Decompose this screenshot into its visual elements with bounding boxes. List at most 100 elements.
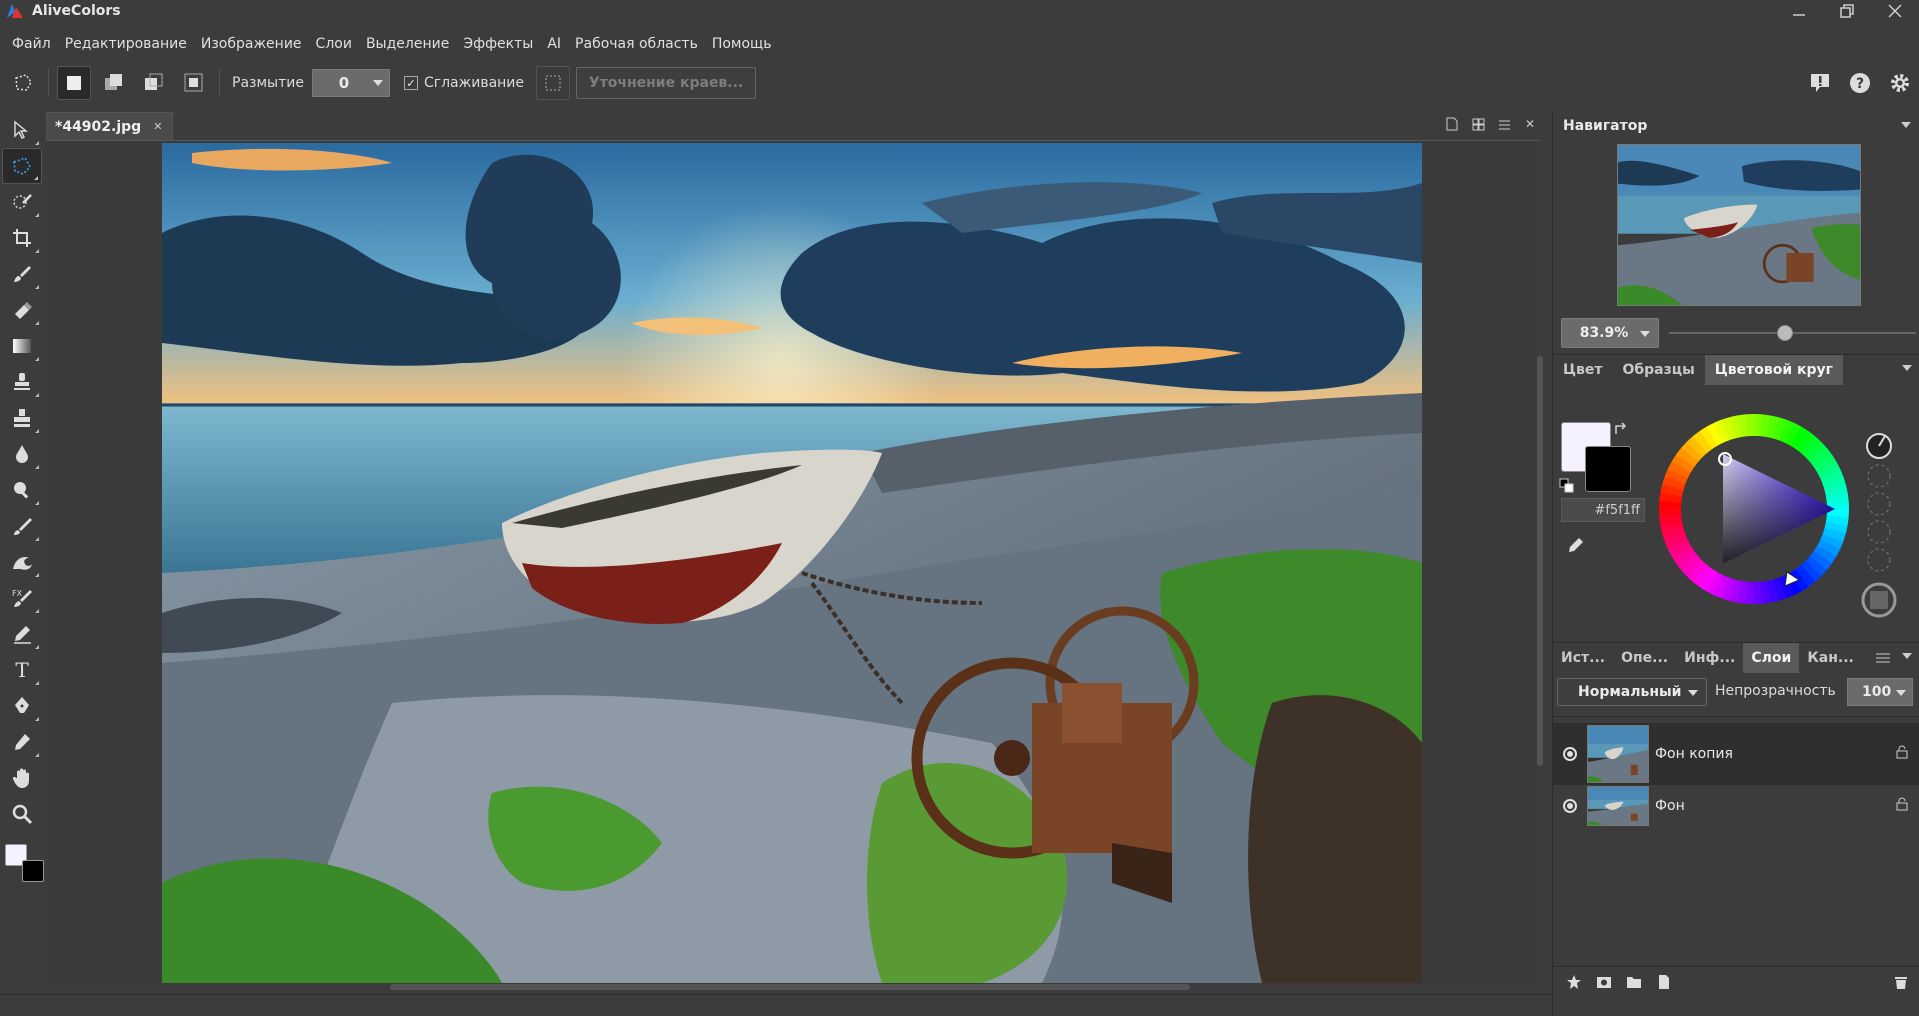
tool-blur[interactable] bbox=[2, 436, 42, 472]
tool-clone[interactable] bbox=[2, 400, 42, 436]
document-tab[interactable]: *44902.jpg ✕ bbox=[46, 112, 174, 140]
new-group-button[interactable] bbox=[1625, 973, 1643, 991]
blur-select[interactable]: 0 bbox=[311, 69, 390, 97]
minimize-button[interactable] bbox=[1775, 0, 1823, 22]
background-color-swatch[interactable] bbox=[22, 860, 44, 882]
tab-history[interactable]: Ист... bbox=[1553, 643, 1613, 673]
tools-panel: FX T bbox=[0, 112, 44, 932]
tool-crop[interactable] bbox=[2, 220, 42, 256]
canvas-area[interactable] bbox=[46, 140, 1540, 990]
menu-image[interactable]: Изображение bbox=[194, 30, 309, 58]
tool-sponge[interactable] bbox=[2, 472, 42, 508]
tool-stamp[interactable] bbox=[2, 364, 42, 400]
menu-file[interactable]: Файл bbox=[5, 30, 58, 58]
tool-move[interactable] bbox=[2, 112, 42, 148]
tab-channels[interactable]: Кан... bbox=[1799, 643, 1862, 673]
pen-icon bbox=[15, 697, 29, 713]
swap-colors-icon[interactable] bbox=[1613, 420, 1631, 438]
tab-swatches[interactable]: Образцы bbox=[1612, 355, 1704, 385]
delete-layer-button[interactable] bbox=[1892, 973, 1910, 991]
tool-eraser[interactable] bbox=[2, 292, 42, 328]
menu-edit[interactable]: Редактирование bbox=[58, 30, 194, 58]
layer-mask-button[interactable] bbox=[1595, 973, 1613, 991]
tool-lasso[interactable] bbox=[2, 148, 42, 184]
blend-mode-select[interactable]: Нормальный bbox=[1557, 678, 1707, 706]
tab-color-wheel[interactable]: Цветовой круг bbox=[1704, 354, 1843, 385]
tab-layers[interactable]: Слои bbox=[1743, 642, 1800, 673]
restore-button[interactable] bbox=[1823, 0, 1871, 22]
eyedropper-button[interactable] bbox=[1563, 532, 1589, 558]
tab-info[interactable]: Инф... bbox=[1676, 643, 1743, 673]
tool-wave[interactable] bbox=[2, 544, 42, 580]
horizontal-scrollbar[interactable] bbox=[390, 984, 1190, 990]
document-icon[interactable] bbox=[1444, 116, 1460, 132]
document-image[interactable] bbox=[162, 143, 1422, 983]
layers-panel-menu[interactable] bbox=[1900, 643, 1919, 671]
add-selection-button[interactable] bbox=[97, 66, 131, 100]
selection-preset-button[interactable] bbox=[6, 66, 40, 100]
tool-color-swatches[interactable] bbox=[2, 840, 44, 886]
tab-operations[interactable]: Опе... bbox=[1613, 643, 1676, 673]
menu-effects[interactable]: Эффекты bbox=[456, 30, 540, 58]
layer-thumbnail bbox=[1587, 786, 1649, 826]
tool-fx-brush[interactable]: FX bbox=[2, 580, 42, 616]
menu-workspace[interactable]: Рабочая область bbox=[568, 30, 705, 58]
close-document-icon[interactable]: ✕ bbox=[1522, 116, 1538, 132]
tool-zoom[interactable] bbox=[2, 796, 42, 832]
tool-gradient[interactable] bbox=[2, 328, 42, 364]
layer-effects-button[interactable] bbox=[1565, 973, 1583, 991]
tool-pen[interactable] bbox=[2, 688, 42, 724]
visibility-toggle-icon[interactable] bbox=[1563, 747, 1577, 761]
visibility-toggle-icon[interactable] bbox=[1563, 799, 1577, 813]
sponge-icon bbox=[14, 482, 29, 499]
blend-row: Нормальный Непрозрачность 100 bbox=[1557, 678, 1917, 706]
tool-brush[interactable] bbox=[2, 256, 42, 292]
wheel-mode-icons[interactable] bbox=[1861, 428, 1897, 618]
navigator-preview[interactable] bbox=[1617, 144, 1861, 306]
lock-icon[interactable] bbox=[1896, 745, 1908, 759]
tool-smudge[interactable] bbox=[2, 508, 42, 544]
background-color-swatch[interactable] bbox=[1585, 446, 1631, 492]
reset-colors-icon[interactable] bbox=[1559, 478, 1575, 494]
tool-text[interactable]: T bbox=[2, 652, 42, 688]
crop-icon bbox=[13, 229, 31, 247]
refine-edges-button[interactable]: Уточнение краев... bbox=[576, 67, 757, 99]
hex-color-field[interactable]: #f5f1ff bbox=[1561, 498, 1645, 522]
vertical-scrollbar[interactable] bbox=[1537, 356, 1543, 766]
menu-select[interactable]: Выделение bbox=[359, 30, 456, 58]
zoom-slider-thumb[interactable] bbox=[1777, 325, 1794, 341]
layers-panel-tabs: Ист... Опе... Инф... Слои Кан... bbox=[1553, 642, 1919, 673]
zoom-select[interactable]: 83.9% bbox=[1561, 318, 1659, 348]
settings-button[interactable] bbox=[1887, 70, 1913, 96]
tool-pencil[interactable] bbox=[2, 616, 42, 652]
list-menu-icon[interactable] bbox=[1496, 116, 1512, 132]
feedback-button[interactable] bbox=[1807, 70, 1833, 96]
new-selection-button[interactable] bbox=[57, 66, 91, 100]
color-panel-menu[interactable] bbox=[1900, 355, 1919, 383]
smoothing-checkbox[interactable]: ✓ bbox=[403, 76, 418, 90]
color-wheel[interactable] bbox=[1659, 414, 1849, 604]
menu-help[interactable]: Помощь bbox=[705, 30, 779, 58]
new-layer-icon bbox=[1659, 974, 1669, 989]
lock-icon[interactable] bbox=[1896, 797, 1908, 811]
opacity-select[interactable]: 100 bbox=[1847, 678, 1913, 706]
layer-row[interactable]: Фон bbox=[1553, 775, 1919, 837]
help-button[interactable]: ? bbox=[1847, 70, 1873, 96]
list-menu-icon[interactable] bbox=[1876, 652, 1890, 664]
selection-mode-button[interactable] bbox=[536, 66, 571, 100]
tool-hand[interactable] bbox=[2, 760, 42, 796]
close-window-button[interactable] bbox=[1871, 0, 1919, 22]
menu-ai[interactable]: AI bbox=[540, 30, 568, 58]
intersect-selection-button[interactable] bbox=[177, 66, 211, 100]
menu-layers[interactable]: Слои bbox=[309, 30, 359, 58]
tool-eyedropper[interactable] bbox=[2, 724, 42, 760]
tool-quick-select[interactable] bbox=[2, 184, 42, 220]
tab-color[interactable]: Цвет bbox=[1553, 355, 1612, 385]
eraser-icon bbox=[15, 302, 32, 319]
new-layer-button[interactable] bbox=[1655, 973, 1673, 991]
mask-icon bbox=[1597, 976, 1611, 988]
panel-menu-icon[interactable] bbox=[1901, 122, 1911, 128]
close-tab-icon[interactable]: ✕ bbox=[153, 120, 162, 133]
subtract-selection-button[interactable] bbox=[137, 66, 171, 100]
grid-view-icon[interactable] bbox=[1470, 116, 1486, 132]
